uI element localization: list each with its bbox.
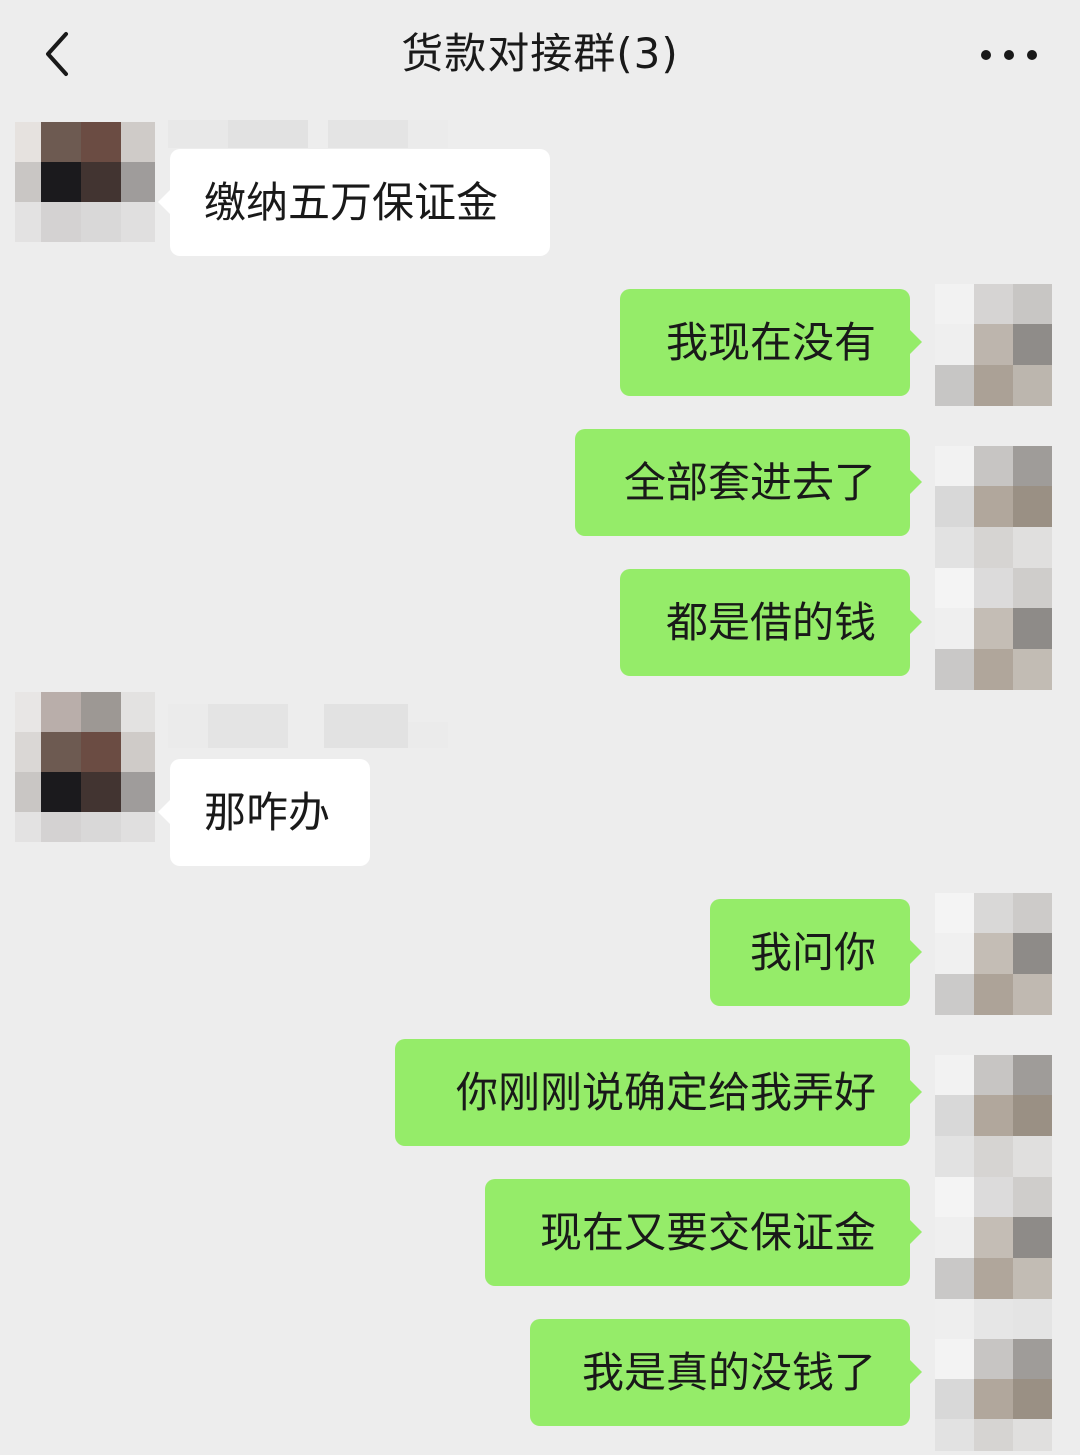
message-bubble-outgoing[interactable]: 你刚刚说确定给我弄好 [395,1039,922,1146]
message-bubble-outgoing[interactable]: 我现在没有 [620,289,922,396]
more-dots-icon [981,50,1037,60]
self-avatar[interactable] [935,893,1055,1015]
self-avatar[interactable] [935,1055,1055,1177]
self-avatar[interactable] [935,568,1055,690]
message-bubble-outgoing[interactable]: 现在又要交保证金 [485,1179,922,1286]
sender-name-blurred [168,702,448,748]
message-bubble-incoming[interactable]: 那咋办 [158,759,370,866]
message-bubble-outgoing[interactable]: 都是借的钱 [620,569,922,676]
message-bubble-outgoing[interactable]: 全部套进去了 [575,429,922,536]
chat-header: 货款对接群(3) [0,0,1080,112]
more-button[interactable] [974,30,1044,80]
sender-avatar[interactable] [15,122,155,242]
self-avatar[interactable] [935,1177,1055,1299]
self-avatar[interactable] [935,284,1055,406]
sender-avatar[interactable] [15,692,155,842]
chat-title: 货款对接群(3) [401,29,679,78]
self-avatar[interactable] [935,1299,1055,1451]
message-bubble-outgoing[interactable]: 我是真的没钱了 [530,1319,922,1426]
self-avatar[interactable] [935,446,1055,568]
sender-name-blurred [168,112,448,152]
message-bubble-outgoing[interactable]: 我问你 [710,899,922,1006]
message-bubble-incoming[interactable]: 缴纳五万保证金 [158,149,550,256]
